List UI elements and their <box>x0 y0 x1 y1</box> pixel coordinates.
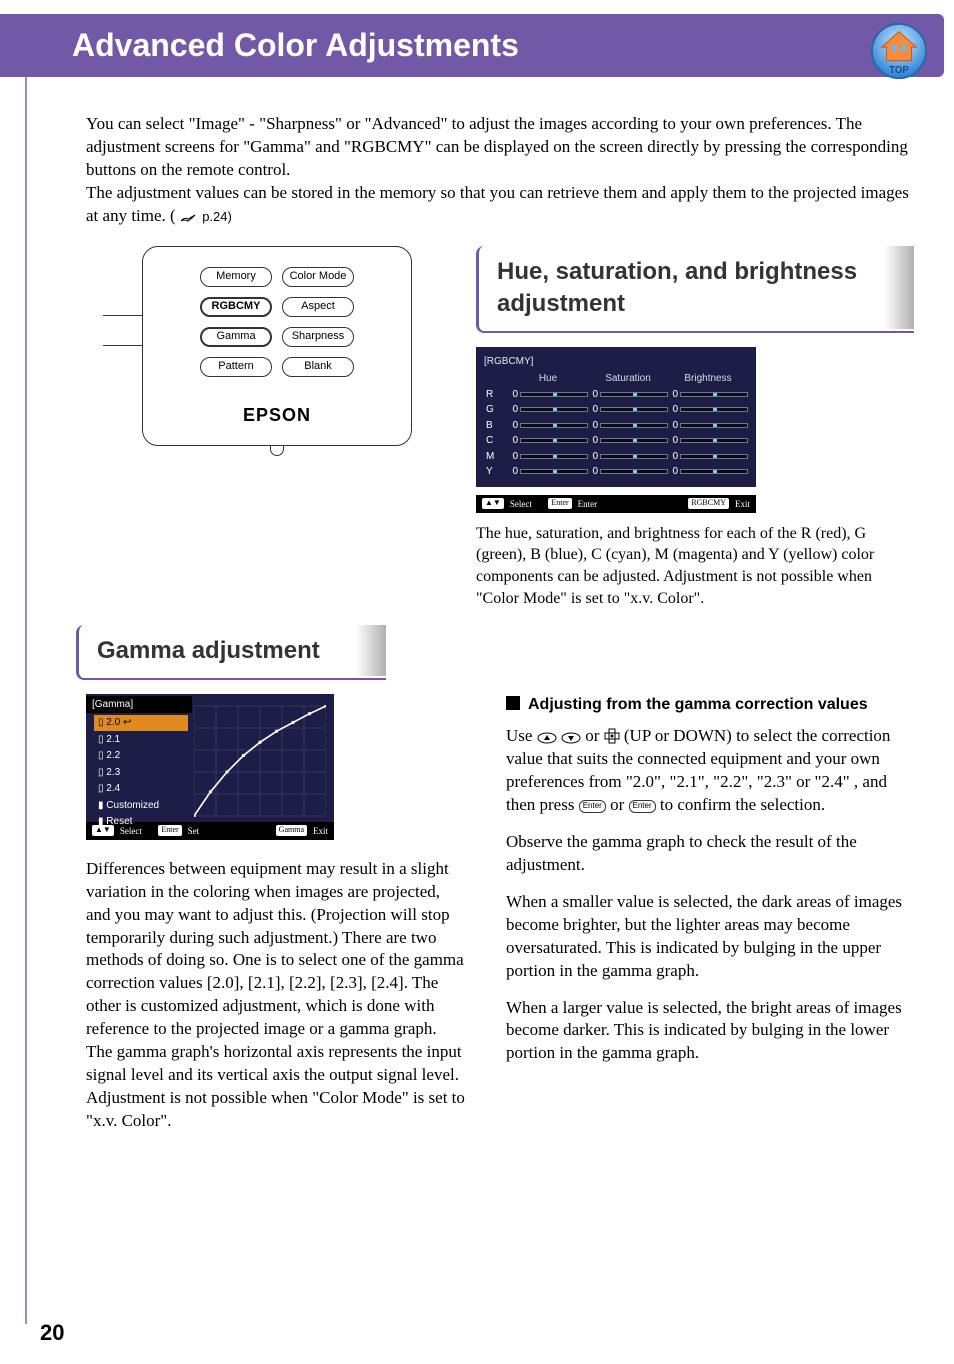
book-icon <box>180 212 198 224</box>
down-oval-icon <box>561 732 581 744</box>
intro-p1: You can select "Image" - "Sharpness" or … <box>86 113 914 182</box>
left-rule <box>25 28 27 1324</box>
gamma-menu-item: ▮ Customized <box>94 798 188 814</box>
rgbcmy-osd: [RGBCMY] Hue Saturation Brightness R000G… <box>476 347 756 487</box>
square-bullet-icon <box>506 696 520 710</box>
hsb-description: The hue, saturation, and brightness for … <box>476 523 914 609</box>
osd-row: Y000 <box>484 465 748 479</box>
remote-pattern-button: Pattern <box>200 357 272 377</box>
page-title-bar: Advanced Color Adjustments <box>0 14 944 77</box>
hsb-section-title: Hue, saturation, and brightness adjustme… <box>476 246 914 333</box>
gamma-subheading: Adjusting from the gamma correction valu… <box>506 694 914 716</box>
osd-row: B000 <box>484 419 748 433</box>
gamma-menu-item: ▯ 2.4 <box>94 781 188 797</box>
remote-rgbcmy-button: RGBCMY <box>200 297 272 317</box>
remote-colormode-button: Color Mode <box>282 267 354 287</box>
gamma-menu-item: ▯ 2.1 <box>94 732 188 748</box>
gamma-menu-item: ▯ 2.3 <box>94 765 188 781</box>
intro-text: You can select "Image" - "Sharpness" or … <box>86 113 914 228</box>
gamma-left-desc2: Adjustment is not possible when "Color M… <box>86 1087 466 1133</box>
remote-brand: EPSON <box>155 403 399 427</box>
remote-diagram: Memory Color Mode RGBCMY Aspect Gamma Sh… <box>142 246 412 456</box>
rgbcmy-osd-footer: ▲▼Select EnterEnter RGBCMYExit <box>476 495 756 513</box>
enter-key-icon: Enter <box>629 800 656 813</box>
gamma-menu-item: ▯ 2.2 <box>94 748 188 764</box>
remote-sharpness-button: Sharpness <box>282 327 354 347</box>
page-number: 20 <box>40 1318 64 1348</box>
osd-row: M000 <box>484 450 748 464</box>
remote-memory-button: Memory <box>200 267 272 287</box>
rgbcmy-osd-title: [RGBCMY] <box>484 355 748 369</box>
dpad-icon <box>604 728 620 744</box>
enter-key-icon: Enter <box>579 800 606 813</box>
top-icon[interactable]: TOP <box>870 22 928 80</box>
gamma-r3: When a smaller value is selected, the da… <box>506 891 914 983</box>
intro-p2: The adjustment values can be stored in t… <box>86 182 914 228</box>
gamma-menu-item: ▯ 2.0 ↩ <box>94 715 188 731</box>
gamma-osd: [Gamma] ▯ 2.0 ↩▯ 2.1▯ 2.2▯ 2.3▯ 2.4▮ Cus… <box>86 694 334 822</box>
svg-text:TOP: TOP <box>889 65 909 76</box>
gamma-osd-footer: ▲▼Select EnterSet GammaExit <box>86 822 334 840</box>
page-title: Advanced Color Adjustments <box>72 27 519 63</box>
remote-aspect-button: Aspect <box>282 297 354 317</box>
osd-row: G000 <box>484 403 748 417</box>
up-oval-icon <box>537 732 557 744</box>
gamma-r2: Observe the gamma graph to check the res… <box>506 831 914 877</box>
osd-row: R000 <box>484 388 748 402</box>
remote-gamma-button: Gamma <box>200 327 272 347</box>
gamma-r1: Use or (UP or DOWN) to select the correc… <box>506 725 914 817</box>
gamma-graph <box>192 700 334 822</box>
gamma-section-title: Gamma adjustment <box>76 625 386 679</box>
gamma-r4: When a larger value is selected, the bri… <box>506 997 914 1066</box>
osd-row: C000 <box>484 434 748 448</box>
remote-blank-button: Blank <box>282 357 354 377</box>
gamma-left-desc: Differences between equipment may result… <box>86 858 466 1087</box>
